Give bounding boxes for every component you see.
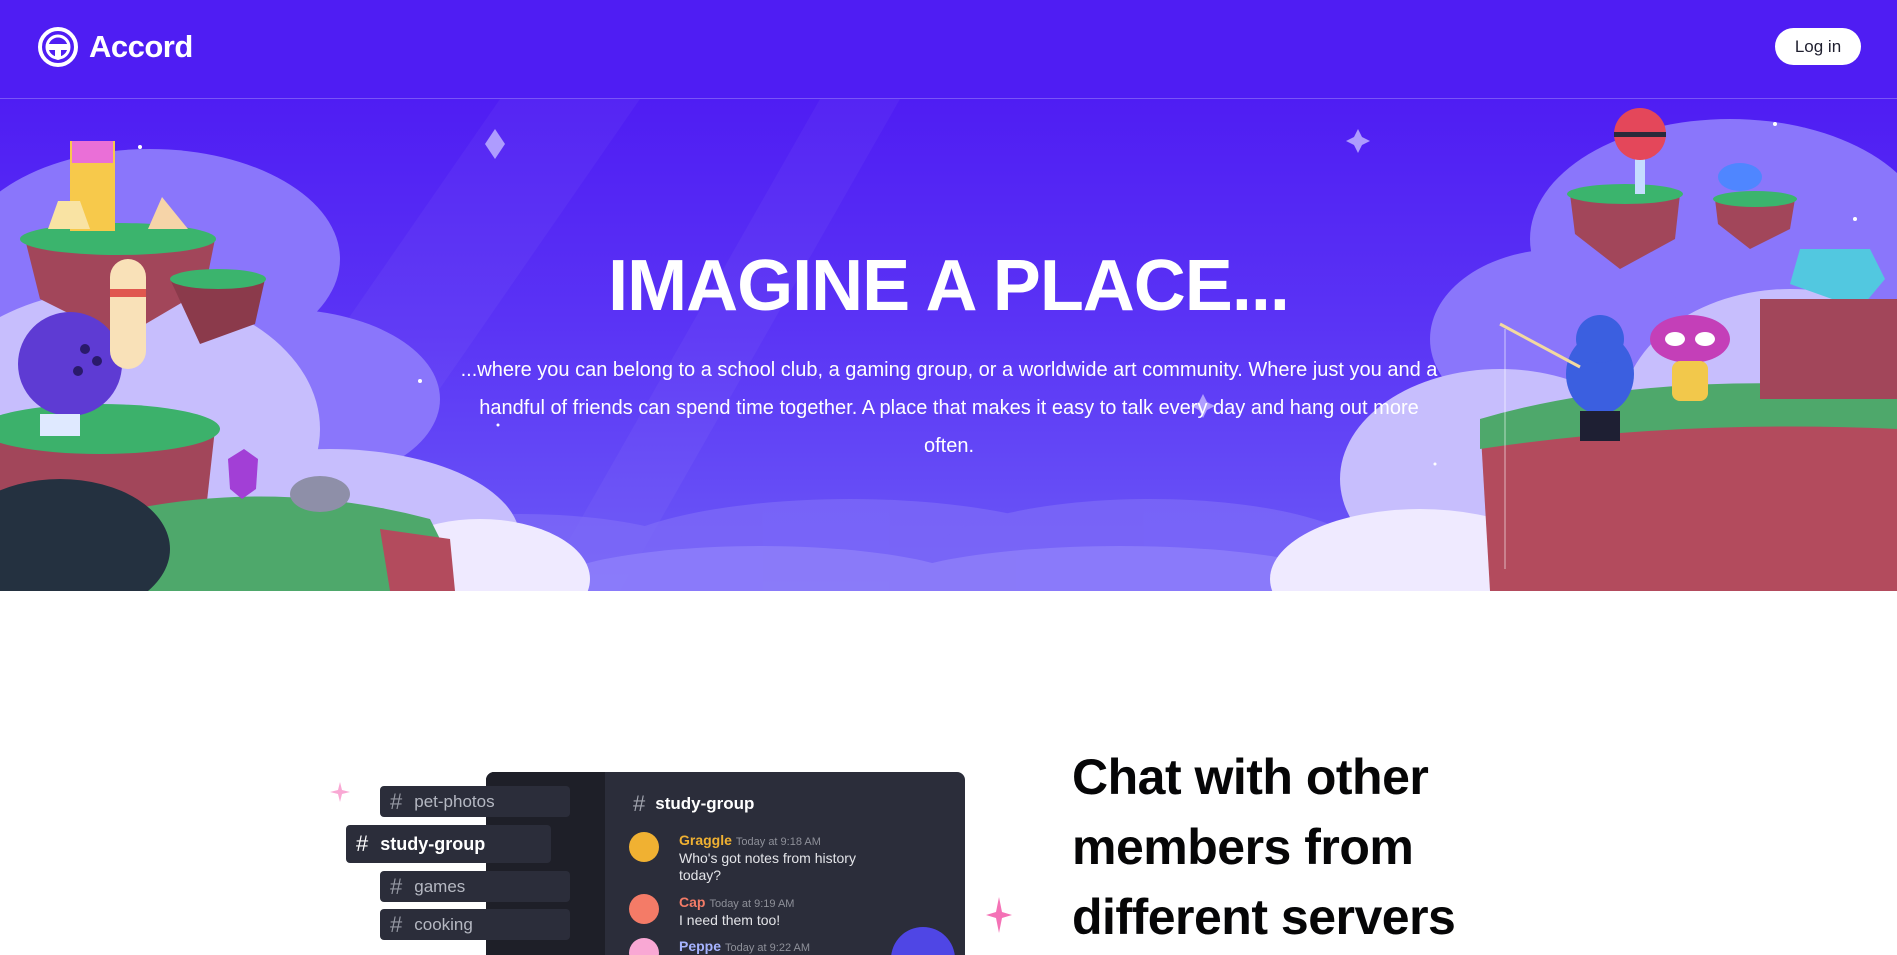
channel-item-cooking[interactable]: # cooking	[380, 909, 570, 940]
channel-item-games[interactable]: # games	[380, 871, 570, 902]
channel-item-pet-photos[interactable]: # pet-photos	[380, 786, 570, 817]
message-author: Peppe	[679, 938, 722, 954]
hero-illustration	[0, 99, 1897, 591]
channel-label: study-group	[380, 833, 486, 854]
chat-message: Graggle Today at 9:18 AM Who's got notes …	[629, 832, 859, 884]
avatar	[629, 894, 659, 924]
chat-channel-header: # study-group	[633, 791, 754, 817]
chat-channel-name: study-group	[655, 794, 755, 813]
message-time: Today at 9:18 AM	[735, 836, 821, 848]
login-button[interactable]: Log in	[1775, 28, 1861, 65]
hash-icon: #	[390, 873, 403, 899]
top-navigation-bar: Accord Log in	[0, 0, 1897, 99]
hash-icon: #	[390, 911, 403, 937]
chat-main: # study-group Graggle Today at 9:18 AM Wh…	[605, 772, 965, 955]
brand-logo[interactable]: Accord	[37, 26, 193, 68]
channel-label: games	[414, 876, 466, 896]
sparkle-icon	[330, 782, 350, 802]
sparkle-icon	[986, 897, 1012, 933]
message-text: Who's got notes from history today?	[679, 850, 856, 883]
avatar	[629, 938, 659, 955]
chat-message: Cap Today at 9:19 AM I need them too!	[629, 894, 859, 929]
message-author: Cap	[679, 894, 706, 910]
hero-section: IMAGINE A PLACE... ...where you can belo…	[0, 99, 1897, 591]
hash-icon: #	[356, 831, 369, 856]
feature-title: Chat with other members from different s…	[1072, 749, 1456, 945]
hero-subtitle: ...where you can belong to a school club…	[460, 359, 1438, 457]
hash-icon: #	[390, 788, 403, 814]
hero-title: IMAGINE A PLACE...	[608, 246, 1290, 326]
channel-item-study-group[interactable]: # study-group	[346, 825, 551, 863]
channel-label: cooking	[414, 914, 473, 934]
message-text: I need them too!	[679, 912, 781, 928]
chat-message: Peppe Today at 9:22 AM	[629, 938, 859, 955]
message-time: Today at 9:19 AM	[709, 898, 795, 910]
steering-wheel-icon	[38, 27, 78, 67]
message-time: Today at 9:22 AM	[725, 942, 811, 954]
hash-icon: #	[633, 791, 646, 816]
message-author: Graggle	[679, 832, 732, 848]
avatar	[629, 832, 659, 862]
brand-name: Accord	[89, 29, 193, 64]
channel-label: pet-photos	[414, 791, 495, 811]
